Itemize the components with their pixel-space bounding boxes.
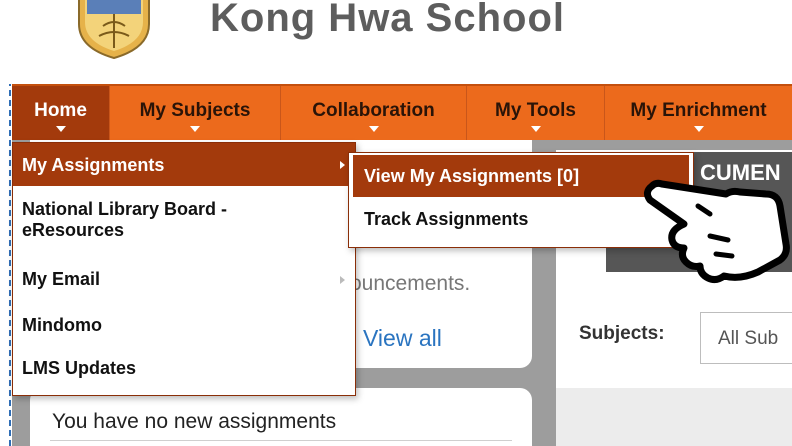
menu-item-label: National Library Board - xyxy=(22,199,228,219)
menu-item-label: LMS Updates xyxy=(22,358,137,378)
divider xyxy=(50,440,512,441)
school-crest-icon xyxy=(78,0,150,60)
nav-my-subjects-label: My Subjects xyxy=(139,100,251,121)
nav-my-tools-label: My Tools xyxy=(495,100,576,121)
chevron-right-icon xyxy=(340,276,345,284)
nav-home-label: Home xyxy=(34,100,87,121)
nav-my-enrichment-label: My Enrichment xyxy=(630,100,767,121)
menu-item-mindomo[interactable]: Mindomo xyxy=(13,315,355,343)
nav-my-tools[interactable]: My Tools xyxy=(467,86,605,140)
menu-item-label: My Email xyxy=(22,269,101,289)
chevron-down-icon xyxy=(55,126,66,132)
menu-item-view-my-assignments[interactable]: View My Assignments [0] xyxy=(353,155,689,197)
menu-item-lms-updates[interactable]: LMS Updates xyxy=(13,358,355,386)
menu-item-my-email[interactable]: My Email xyxy=(13,269,355,297)
chevron-down-icon xyxy=(530,126,541,132)
nav-collaboration-label: Collaboration xyxy=(312,100,435,121)
site-header: Kong Hwa School xyxy=(0,0,792,84)
subjects-label: Subjects: xyxy=(579,323,665,344)
chevron-down-icon xyxy=(693,126,704,132)
chevron-right-icon xyxy=(340,161,345,169)
menu-item-national-library-board[interactable]: National Library Board - eResources xyxy=(13,199,355,251)
chevron-down-icon xyxy=(190,126,200,132)
submenu-item-label: Track Assignments xyxy=(364,209,529,229)
view-all-link[interactable]: View all xyxy=(363,325,442,352)
nav-my-subjects[interactable]: My Subjects xyxy=(110,86,281,140)
announcements-text: ouncements. xyxy=(350,272,471,295)
school-name: Kong Hwa School xyxy=(210,0,565,40)
nav-home[interactable]: Home xyxy=(12,86,110,140)
nav-my-enrichment[interactable]: My Enrichment xyxy=(605,86,792,140)
home-dropdown-menu: My Assignments National Library Board - … xyxy=(12,142,356,396)
chevron-down-icon xyxy=(368,126,379,132)
hand-pointer-icon xyxy=(643,179,790,284)
subjects-select[interactable]: All Sub xyxy=(700,312,792,364)
no-assignments-text: You have no new assignments xyxy=(52,410,337,433)
menu-item-track-assignments[interactable]: Track Assignments xyxy=(353,209,689,239)
nav-collaboration[interactable]: Collaboration xyxy=(281,86,467,140)
menu-item-label-line2: eResources xyxy=(22,220,125,240)
menu-item-label: Mindomo xyxy=(22,315,102,335)
submenu-item-label: View My Assignments [0] xyxy=(364,166,580,186)
documents-panel-footer xyxy=(556,388,792,446)
main-nav: Home My Subjects Collaboration My Tools … xyxy=(12,84,792,140)
menu-item-my-assignments[interactable]: My Assignments xyxy=(13,143,355,186)
menu-item-label: My Assignments xyxy=(22,155,165,175)
